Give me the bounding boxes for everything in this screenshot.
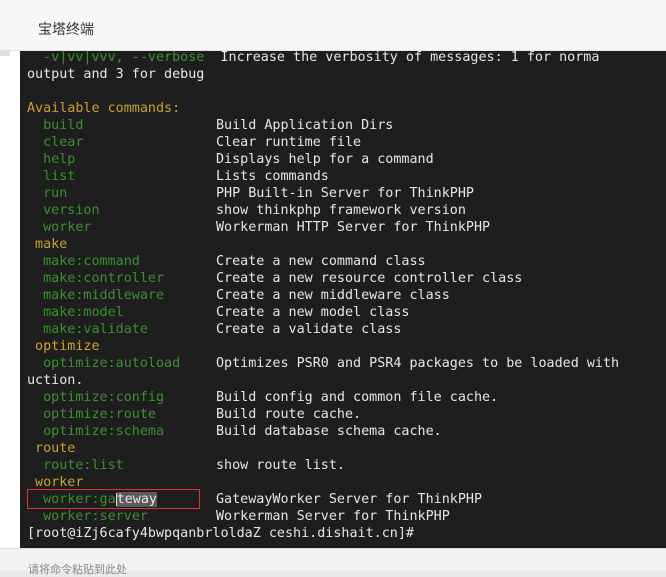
wrapped-text: uction. (27, 373, 84, 388)
command-description: Create a new resource controller class (216, 271, 523, 286)
command-row: make:controller Create a new resource con… (27, 270, 522, 287)
command-description: Workerman HTTP Server for ThinkPHP (216, 220, 491, 235)
selected-text[interactable]: teway (116, 492, 157, 507)
command-row: optimize:schema Build database schema cac… (27, 423, 442, 440)
command-name: route:list (27, 458, 124, 473)
terminal-line: -v|vv|vvv, --verbose Increase the verbos… (27, 51, 599, 66)
terminal-line: output and 3 for debug (27, 66, 204, 83)
command-row: run PHP Built-in Server for ThinkPHP (27, 185, 474, 202)
command-description: Clear runtime file (216, 135, 362, 150)
command-description: GatewayWorker Server for ThinkPHP (216, 492, 483, 507)
command-name: optimize:autoload (27, 356, 181, 371)
command-row: build Build Application Dirs (27, 117, 393, 134)
command-description: Build config and common file cache. (216, 390, 499, 405)
shell-prompt: [root@iZj6cafy4bwpqanbrloldaZ ceshi.dish… (27, 526, 414, 541)
command-row: optimize:autoload Optimizes PSR0 and PSR4… (27, 355, 619, 372)
command-description: Displays help for a command (216, 152, 434, 167)
command-description: Optimizes PSR0 and PSR4 packages to be l… (216, 356, 620, 371)
command-name: make:model (27, 305, 124, 320)
window-titlebar[interactable]: 宝塔终端 (0, 0, 666, 51)
command-row: clear Clear runtime file (27, 134, 361, 151)
command-description: Create a new command class (216, 254, 426, 269)
command-description: show route list. (216, 458, 345, 473)
command-name: clear (27, 135, 84, 150)
command-name: optimize:route (27, 407, 156, 422)
terminal-line: uction. (27, 372, 83, 389)
command-name: build (27, 118, 84, 133)
command-name: version (27, 203, 100, 218)
terminal-output[interactable]: -v|vv|vvv, --verbose Increase the verbos… (20, 51, 666, 548)
option-text: -v|vv|vvv, --verbose (27, 51, 205, 65)
command-name: worker:server (27, 509, 148, 524)
command-description: Build route cache. (216, 407, 362, 422)
command-row: version show thinkphp framework version (27, 202, 466, 219)
command-group-worker: worker (27, 475, 84, 490)
command-row: worker:server Workerman Server for ThinkP… (27, 508, 450, 525)
command-description: Build database schema cache. (216, 424, 442, 439)
command-row: list Lists commands (27, 168, 329, 185)
command-row: make:command Create a new command class (27, 253, 426, 270)
command-name: optimize:schema (27, 424, 165, 439)
command-description: Create a new middleware class (216, 288, 450, 303)
command-name: list (27, 169, 76, 184)
command-row: route:list show route list. (27, 457, 345, 474)
command-description: Build Application Dirs (216, 118, 394, 133)
command-row: make:middleware Create a new middleware c… (27, 287, 450, 304)
command-description: show thinkphp framework version (216, 203, 466, 218)
command-name: worker (27, 220, 92, 235)
command-input-placeholder: 请将命令粘贴到此处 (28, 563, 127, 576)
command-description: Create a new model class (216, 305, 410, 320)
command-group-route: route (27, 441, 76, 456)
command-description: Workerman Server for ThinkPHP (216, 509, 450, 524)
option-description: Increase the verbosity of messages: 1 fo… (204, 51, 600, 65)
command-name: make:controller (27, 271, 165, 286)
command-row: make:model Create a new model class (27, 304, 409, 321)
command-row: make:validate Create a validate class (27, 321, 401, 338)
command-name: make:validate (27, 322, 148, 337)
command-group-make: make (27, 237, 68, 252)
command-description: Create a validate class (216, 322, 402, 337)
command-description: Lists commands (216, 169, 329, 184)
command-name: worker:ga (27, 492, 116, 507)
terminal-window: 宝塔终端 -v|vv|vvv, --verbose Increase the v… (0, 0, 666, 576)
command-row-gateway: worker:gateway GatewayWorker Server for T… (27, 491, 482, 508)
available-commands-header: Available commands: (27, 101, 181, 116)
command-description: PHP Built-in Server for ThinkPHP (216, 186, 474, 201)
window-title: 宝塔终端 (38, 22, 94, 38)
wrapped-text: output and 3 for debug (27, 67, 205, 82)
command-row: optimize:route Build route cache. (27, 406, 361, 423)
command-name: run (27, 186, 68, 201)
command-row: worker Workerman HTTP Server for ThinkPHP (27, 219, 490, 236)
command-row: help Displays help for a command (27, 151, 434, 168)
command-row: optimize:config Build config and common f… (27, 389, 498, 406)
command-name: make:command (27, 254, 140, 269)
command-name: optimize:config (27, 390, 165, 405)
command-input-bar[interactable]: 请将命令粘贴到此处 (0, 548, 666, 576)
command-name: help (27, 152, 76, 167)
command-name: make:middleware (27, 288, 165, 303)
command-group-optimize: optimize (27, 339, 100, 354)
